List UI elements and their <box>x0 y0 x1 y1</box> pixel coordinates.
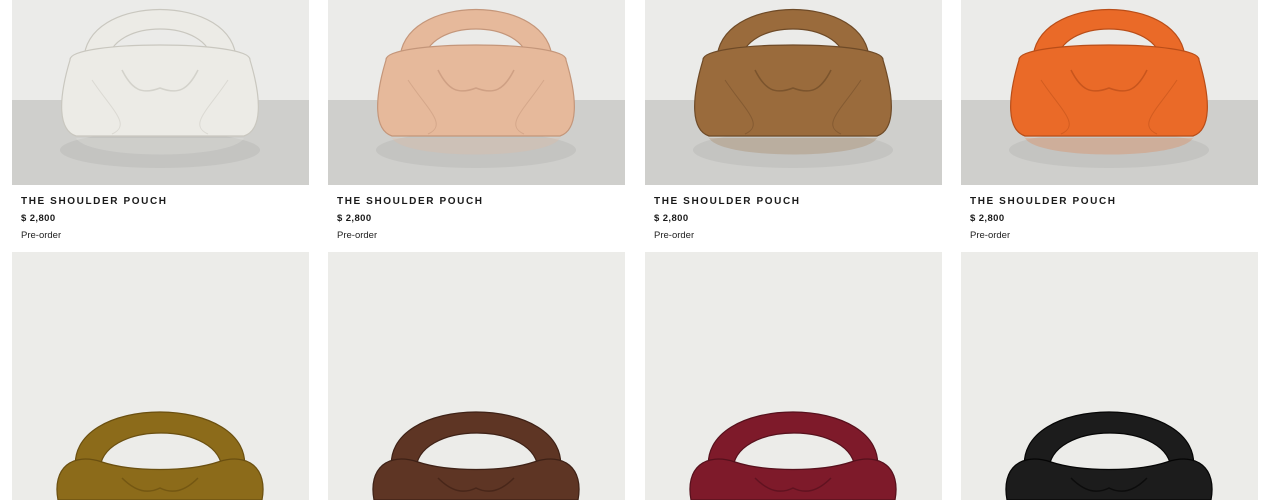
product-image[interactable] <box>328 0 625 185</box>
product-name[interactable]: THE SHOULDER POUCH <box>654 196 934 208</box>
product-image[interactable] <box>961 252 1258 500</box>
bag-photo <box>645 252 942 500</box>
bag-photo <box>12 252 309 500</box>
product-image[interactable] <box>645 0 942 185</box>
product-price: $ 2,800 <box>337 213 372 224</box>
product-name[interactable]: THE SHOULDER POUCH <box>21 196 301 208</box>
product-image[interactable] <box>961 0 1258 185</box>
product-status: Pre-order <box>970 230 1011 241</box>
bag-photo <box>12 0 309 185</box>
product-name[interactable]: THE SHOULDER POUCH <box>337 196 617 208</box>
product-grid: THE SHOULDER POUCH $ 2,800 Pre-order THE… <box>0 0 1280 500</box>
product-image[interactable] <box>645 252 942 500</box>
bag-photo <box>645 0 942 185</box>
product-status: Pre-order <box>21 230 62 241</box>
product-status: Pre-order <box>654 230 695 241</box>
bag-photo <box>961 0 1258 185</box>
product-price: $ 2,800 <box>21 213 56 224</box>
product-price: $ 2,800 <box>970 213 1005 224</box>
product-image[interactable] <box>328 252 625 500</box>
product-price: $ 2,800 <box>654 213 689 224</box>
product-image[interactable] <box>12 252 309 500</box>
bag-photo <box>328 252 625 500</box>
product-name[interactable]: THE SHOULDER POUCH <box>970 196 1250 208</box>
bag-photo <box>961 252 1258 500</box>
bag-photo <box>328 0 625 185</box>
product-image[interactable] <box>12 0 309 185</box>
product-status: Pre-order <box>337 230 378 241</box>
